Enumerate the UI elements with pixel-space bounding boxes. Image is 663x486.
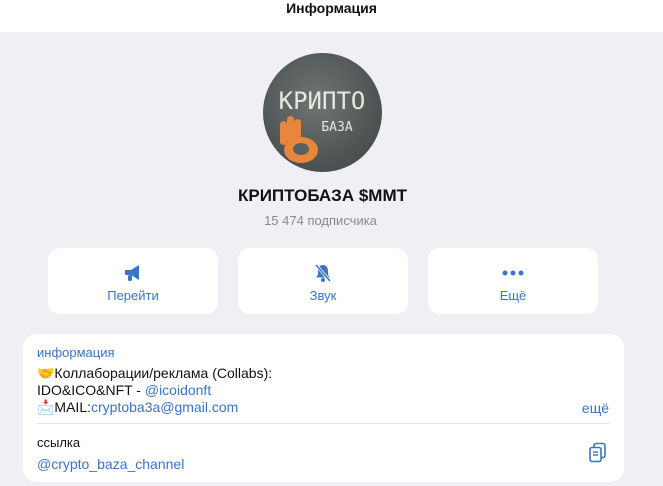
info-card: информация 🤝Коллаборации/реклама (Collab… — [23, 334, 624, 482]
avatar-text-bottom: БАЗА — [321, 120, 352, 135]
go-to-channel-label: Перейти — [107, 288, 159, 303]
avatar-image: КРИПТО БАЗА — [279, 87, 366, 163]
title-bar: Информация — [0, 0, 663, 32]
description-line-collabs: 🤝Коллаборации/реклама (Collabs): — [37, 365, 273, 381]
sound-label: Звук — [309, 288, 337, 303]
ok-hand-icon — [280, 116, 318, 163]
more-label: Ещё — [499, 288, 527, 303]
email-link[interactable]: cryptoba3a@gmail.com — [91, 399, 238, 415]
show-more-link[interactable]: ещё — [582, 400, 609, 416]
sound-toggle-button[interactable]: Звук — [238, 248, 408, 314]
megaphone-icon — [48, 262, 218, 284]
divider — [37, 423, 610, 424]
bell-muted-icon — [238, 262, 408, 284]
channel-avatar[interactable]: КРИПТО БАЗА — [263, 53, 382, 172]
avatar-text-top: КРИПТО — [279, 87, 366, 115]
more-button[interactable]: Ещё — [428, 248, 598, 314]
description-ido-text: IDO&ICO&NFT - — [37, 382, 145, 398]
link-label: ссылка — [37, 435, 81, 450]
icoidonft-link[interactable]: @icoidonft — [145, 382, 211, 398]
description-line-mail: 📩MAIL:cryptoba3a@gmail.com — [37, 399, 238, 416]
more-dots-icon — [428, 262, 598, 284]
mail-prefix: 📩MAIL: — [37, 399, 91, 415]
copy-icon[interactable] — [588, 442, 608, 464]
channel-name: КРИПТОБАЗА $MMT — [238, 186, 407, 205]
window-title: Информация — [286, 0, 377, 16]
go-to-channel-button[interactable]: Перейти — [48, 248, 218, 314]
channel-link[interactable]: @crypto_baza_channel — [37, 456, 184, 472]
description-line-ido: IDO&ICO&NFT - @icoidonft — [37, 382, 211, 398]
info-section-title: информация — [37, 345, 115, 360]
subscriber-count: 15 474 подписчика — [264, 213, 377, 228]
